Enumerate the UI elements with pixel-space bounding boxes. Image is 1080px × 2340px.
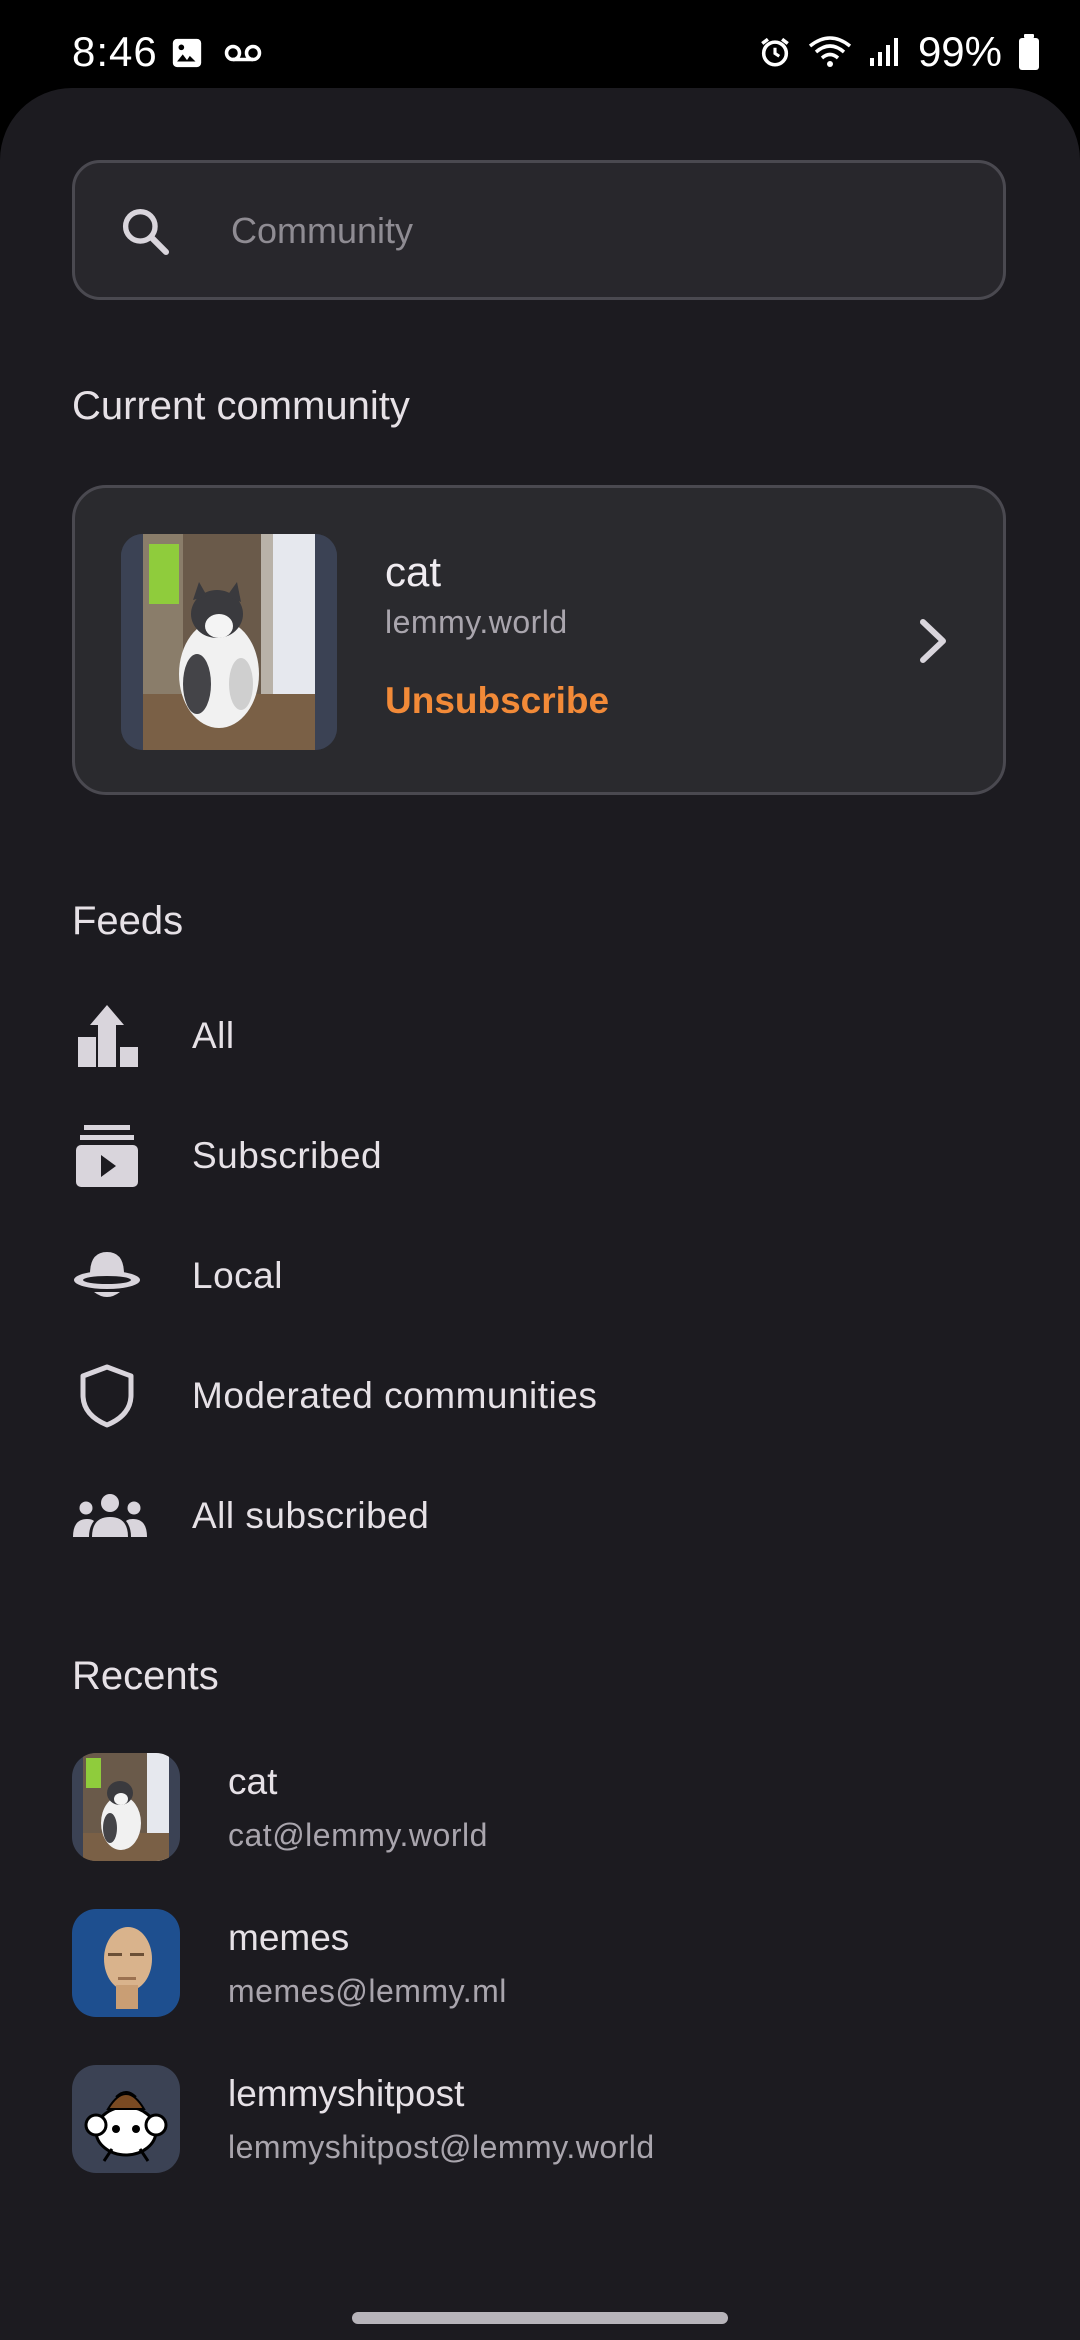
search-input[interactable] — [229, 163, 973, 299]
recent-item-lemmyshitpost[interactable]: lemmyshitpost lemmyshitpost@lemmy.world — [72, 2065, 1006, 2185]
subscriptions-icon — [72, 1121, 142, 1191]
chevron-right-icon[interactable] — [913, 616, 953, 666]
signal-icon — [869, 38, 898, 66]
community-avatar — [121, 534, 337, 750]
status-time: 8:46 — [72, 28, 158, 75]
recents-title: Recents — [72, 1654, 219, 1698]
recent-item-memes[interactable]: memes memes@lemmy.ml — [72, 1909, 1006, 2029]
unsubscribe-button[interactable]: Unsubscribe — [385, 680, 609, 722]
recent-name: lemmyshitpost — [228, 2073, 465, 2114]
community-name: cat — [385, 548, 442, 595]
feed-item-all-subscribed[interactable]: All subscribed — [72, 1461, 1006, 1571]
voicemail-icon — [224, 44, 262, 62]
community-avatar — [72, 2065, 180, 2173]
recent-handle: memes@lemmy.ml — [228, 1973, 507, 2009]
community-avatar — [72, 1909, 180, 2017]
current-community-card[interactable]: cat lemmy.world Unsubscribe — [72, 485, 1006, 795]
feed-item-all[interactable]: All — [72, 981, 1006, 1091]
search-box[interactable] — [72, 160, 1006, 300]
community-instance: lemmy.world — [385, 604, 568, 640]
alarm-icon — [761, 37, 789, 67]
recent-name: memes — [228, 1917, 350, 1958]
recent-handle: cat@lemmy.world — [228, 1817, 488, 1853]
recent-item-cat[interactable]: cat cat@lemmy.world — [72, 1753, 1006, 1873]
community-sheet: Current community cat lemmy.world — [0, 88, 1080, 2340]
battery-percent: 99% — [917, 28, 1002, 75]
shield-icon — [72, 1361, 142, 1431]
ufo-icon — [72, 1241, 142, 1311]
feed-label: All — [192, 1015, 235, 1056]
feed-label: All subscribed — [192, 1495, 430, 1536]
leaderboard-icon — [72, 1001, 142, 1071]
feed-item-subscribed[interactable]: Subscribed — [72, 1101, 1006, 1211]
home-indicator[interactable] — [352, 2312, 728, 2324]
recent-handle: lemmyshitpost@lemmy.world — [228, 2129, 655, 2165]
cat-photo — [121, 534, 337, 750]
feed-item-local[interactable]: Local — [72, 1221, 1006, 1331]
feed-item-moderated[interactable]: Moderated communities — [72, 1341, 1006, 1451]
search-icon — [122, 208, 170, 256]
feeds-title: Feeds — [72, 899, 184, 943]
feed-label: Local — [192, 1255, 283, 1296]
current-community-title: Current community — [72, 384, 410, 428]
wifi-icon — [808, 36, 852, 67]
recent-name: cat — [228, 1761, 278, 1802]
battery-icon — [1019, 34, 1039, 70]
feed-label: Subscribed — [192, 1135, 383, 1176]
community-avatar — [72, 1753, 180, 1861]
feed-label: Moderated communities — [192, 1375, 598, 1416]
gallery-icon — [172, 38, 202, 68]
groups-icon — [72, 1481, 148, 1551]
